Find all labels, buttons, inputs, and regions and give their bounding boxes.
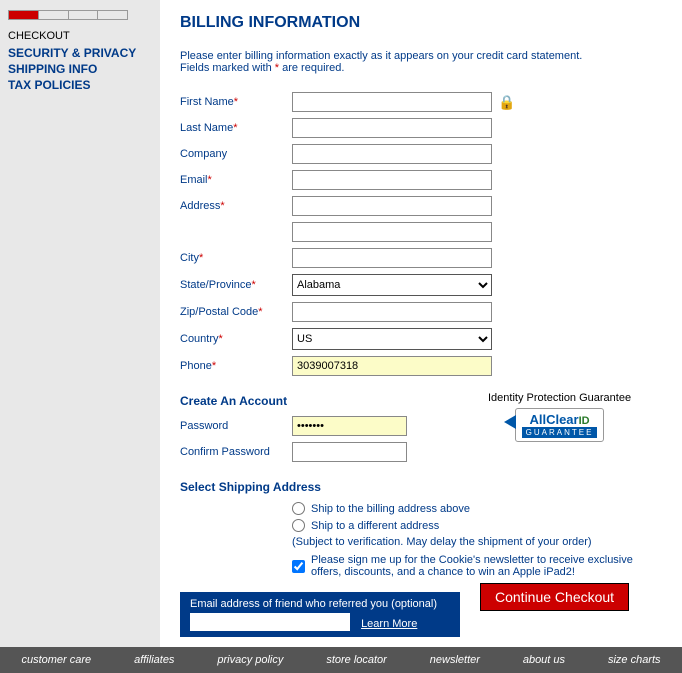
- sidebar-link-shipping[interactable]: SHIPPING INFO: [8, 62, 152, 76]
- state-label: State/Province*: [180, 279, 292, 291]
- referral-input[interactable]: [190, 613, 350, 631]
- referral-label: Email address of friend who referred you…: [190, 598, 450, 610]
- referral-box: Email address of friend who referred you…: [180, 592, 460, 637]
- country-label: Country*: [180, 333, 292, 345]
- intro-text: Please enter billing information exactly…: [180, 50, 662, 74]
- referral-learn-more[interactable]: Learn More: [361, 618, 417, 630]
- sidebar: CHECKOUT SECURITY & PRIVACY SHIPPING INF…: [0, 0, 160, 647]
- shipping-heading: Select Shipping Address: [180, 480, 662, 494]
- ship-billing-radio[interactable]: [292, 502, 305, 515]
- company-label: Company: [180, 148, 292, 160]
- sidebar-link-security[interactable]: SECURITY & PRIVACY: [8, 46, 152, 60]
- sidebar-title: CHECKOUT: [8, 30, 152, 42]
- email-label: Email*: [180, 174, 292, 186]
- identity-title: Identity Protection Guarantee: [488, 392, 631, 404]
- city-input[interactable]: [292, 248, 492, 268]
- footer-newsletter[interactable]: newsletter: [430, 654, 480, 666]
- footer-nav: customer care affiliates privacy policy …: [0, 647, 682, 673]
- ship-note: (Subject to verification. May delay the …: [292, 536, 662, 548]
- ship-different-label: Ship to a different address: [311, 520, 439, 532]
- phone-label: Phone*: [180, 360, 292, 372]
- ship-different-radio[interactable]: [292, 519, 305, 532]
- last-name-input[interactable]: [292, 118, 492, 138]
- ship-billing-label: Ship to the billing address above: [311, 503, 470, 515]
- continue-checkout-button[interactable]: Continue Checkout: [480, 583, 629, 611]
- address-label: Address*: [180, 200, 292, 212]
- page-title: BILLING INFORMATION: [180, 14, 662, 32]
- password-label: Password: [180, 420, 292, 432]
- footer-privacy[interactable]: privacy policy: [217, 654, 283, 666]
- first-name-label: First Name*: [180, 96, 292, 108]
- footer-affiliates[interactable]: affiliates: [134, 654, 174, 666]
- country-select[interactable]: US: [292, 328, 492, 350]
- newsletter-checkbox[interactable]: [292, 555, 305, 578]
- password-input[interactable]: [292, 416, 407, 436]
- email-input[interactable]: [292, 170, 492, 190]
- city-label: City*: [180, 252, 292, 264]
- zip-input[interactable]: [292, 302, 492, 322]
- footer-customer-care[interactable]: customer care: [21, 654, 91, 666]
- confirm-password-label: Confirm Password: [180, 446, 292, 458]
- address-input-2[interactable]: [292, 222, 492, 242]
- main-content: BILLING INFORMATION Please enter billing…: [160, 0, 682, 647]
- first-name-input[interactable]: [292, 92, 492, 112]
- lock-icon: 🔒: [498, 94, 515, 111]
- identity-guarantee: Identity Protection Guarantee AllClearID…: [488, 392, 631, 442]
- phone-input[interactable]: [292, 356, 492, 376]
- footer-about[interactable]: about us: [523, 654, 565, 666]
- sidebar-link-tax[interactable]: TAX POLICIES: [8, 78, 152, 92]
- company-input[interactable]: [292, 144, 492, 164]
- footer-store-locator[interactable]: store locator: [326, 654, 387, 666]
- confirm-password-input[interactable]: [292, 442, 407, 462]
- address-input-1[interactable]: [292, 196, 492, 216]
- checkout-progress: [8, 10, 128, 20]
- zip-label: Zip/Postal Code*: [180, 306, 292, 318]
- allclear-badge[interactable]: AllClearID GUARANTEE: [515, 408, 605, 442]
- last-name-label: Last Name*: [180, 122, 292, 134]
- newsletter-label: Please sign me up for the Cookie's newsl…: [311, 554, 662, 578]
- state-select[interactable]: Alabama: [292, 274, 492, 296]
- footer-size-charts[interactable]: size charts: [608, 654, 661, 666]
